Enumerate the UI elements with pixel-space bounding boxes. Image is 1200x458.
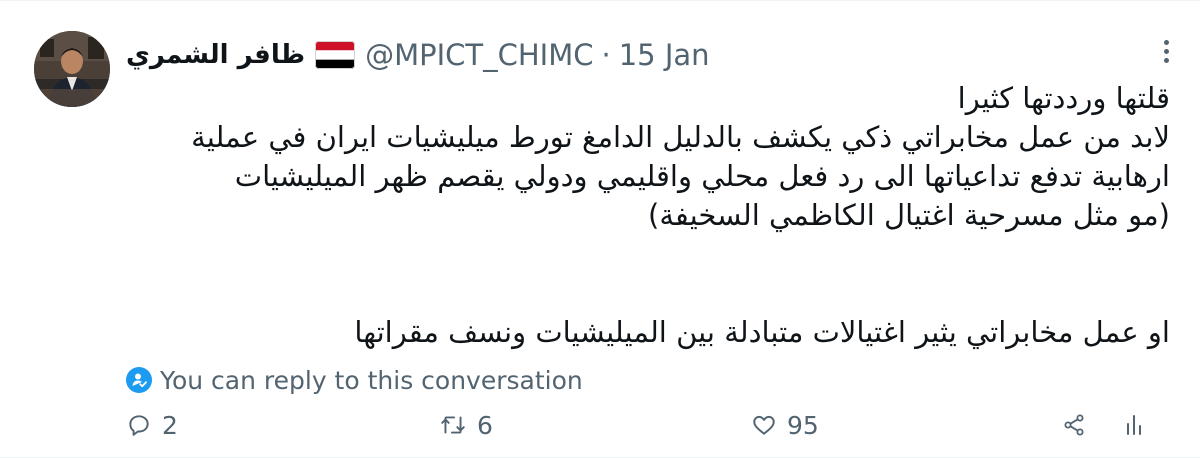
tweet-text-line: ارهابية تدفع تداعياتها الى رد فعل محلي و… — [234, 159, 1170, 193]
share-icon — [1062, 413, 1086, 437]
heart-icon — [751, 412, 777, 438]
analytics-button[interactable] — [1124, 407, 1144, 443]
more-dot — [1163, 39, 1169, 45]
reply-restriction-text: You can reply to this conversation — [160, 365, 583, 395]
analytics-icon — [1124, 412, 1144, 438]
avatar[interactable] — [34, 31, 110, 107]
tweet-header: ظافر الشمري @MPICT_CHIMC · 15 Jan — [126, 35, 710, 75]
tweet-text-line: او عمل مخابراتي يثير اغتيالات متبادلة بي… — [354, 315, 1170, 349]
share-button[interactable] — [1062, 407, 1086, 443]
retweet-count: 6 — [477, 410, 493, 440]
tweet-text-line: قلتها ورددتها كثيرا — [957, 81, 1170, 115]
like-count: 95 — [787, 410, 819, 440]
reply-icon — [126, 412, 152, 438]
more-dot — [1163, 48, 1169, 54]
user-handle[interactable]: @MPICT_CHIMC — [365, 38, 593, 72]
more-horizontal-icon[interactable] — [1154, 37, 1178, 65]
like-button[interactable]: 95 — [751, 407, 819, 443]
tweet-text-line: لابد من عمل مخابراتي ذكي يكشف بالدليل ال… — [191, 120, 1170, 154]
person-check-icon — [126, 367, 152, 393]
more-dot — [1163, 57, 1169, 63]
yemen-flag-icon — [315, 41, 356, 69]
retweet-icon — [439, 412, 467, 438]
reply-button[interactable]: 2 — [126, 407, 178, 443]
tweet-text-line: (مو مثل مسرحية اغتيال الكاظمي السخيفة) — [648, 198, 1170, 232]
retweet-button[interactable]: 6 — [439, 407, 493, 443]
tweet-card: ظافر الشمري @MPICT_CHIMC · 15 Jan قلتها … — [0, 0, 1200, 458]
tweet-actions: 2 6 95 — [126, 407, 1176, 443]
display-name[interactable]: ظافر الشمري — [126, 40, 305, 70]
reply-restriction-note[interactable]: You can reply to this conversation — [126, 363, 583, 397]
header-separator: · — [601, 38, 611, 72]
tweet-date[interactable]: 15 Jan — [619, 38, 710, 72]
tweet-text: قلتها ورددتها كثيرا لابد من عمل مخابراتي… — [160, 79, 1170, 352]
reply-count: 2 — [162, 410, 178, 440]
